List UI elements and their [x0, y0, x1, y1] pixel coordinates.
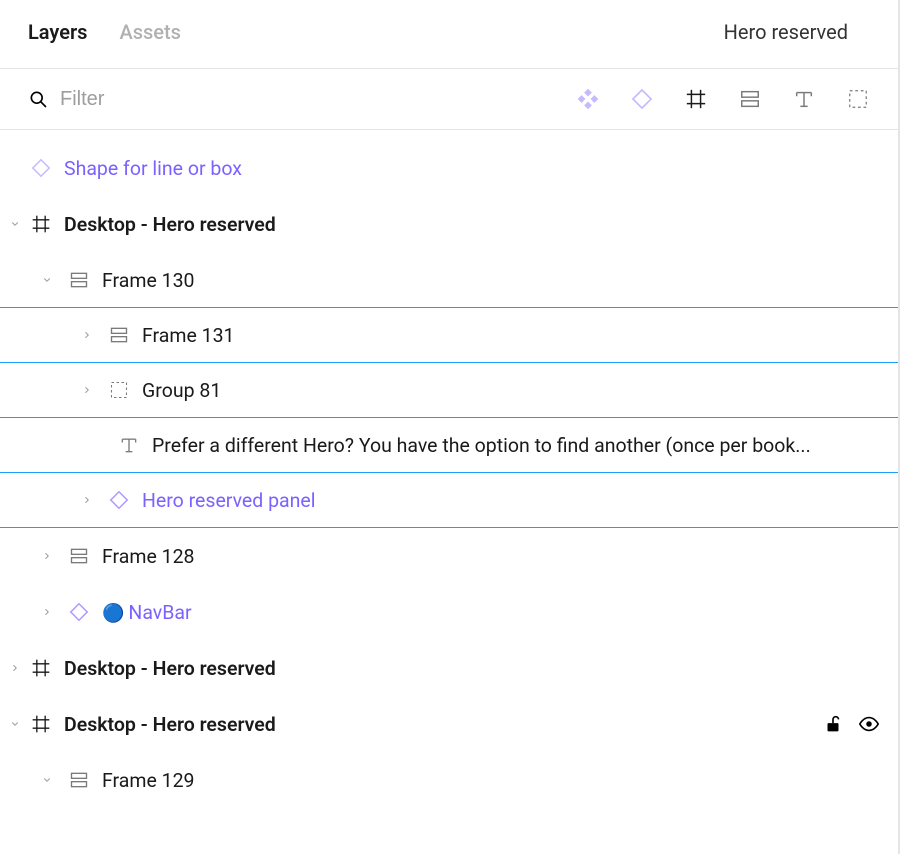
expand-toggle[interactable] [40, 605, 54, 619]
panel-tabs: Layers Assets [28, 20, 181, 44]
tab-layers[interactable]: Layers [28, 20, 87, 44]
expand-toggle[interactable] [40, 273, 54, 287]
panel-header: Layers Assets Hero reserved [0, 0, 898, 69]
layer-row-frame131[interactable]: Frame 131 [0, 307, 898, 363]
autolayout-icon [68, 269, 90, 291]
filter-text-icon[interactable] [792, 87, 816, 111]
expand-toggle[interactable] [80, 493, 94, 507]
autolayout-icon [68, 769, 90, 791]
layer-label: Frame 130 [102, 269, 880, 292]
layer-row-group81[interactable]: Group 81 [0, 362, 898, 418]
row-hover-actions [822, 713, 880, 735]
layer-row-frame128[interactable]: Frame 128 [0, 528, 898, 584]
layers-panel: Layers Assets Hero reserved Shape [0, 0, 900, 854]
expand-toggle[interactable] [8, 217, 22, 231]
expand-toggle[interactable] [8, 717, 22, 731]
text-icon [118, 434, 140, 456]
visibility-icon[interactable] [858, 713, 880, 735]
layer-label: Hero reserved panel [142, 489, 880, 512]
layer-label: Prefer a different Hero? You have the op… [152, 434, 880, 457]
page-selector-label: Hero reserved [724, 20, 848, 44]
instance-icon [68, 601, 90, 623]
layer-row-text-prefer[interactable]: Prefer a different Hero? You have the op… [0, 417, 898, 473]
filter-group-icon[interactable] [846, 87, 870, 111]
layer-label: Frame 129 [102, 769, 880, 792]
layer-label: Desktop - Hero reserved [64, 657, 880, 680]
type-filter-buttons [576, 87, 870, 111]
expand-toggle[interactable] [8, 661, 22, 675]
frame-icon [30, 657, 52, 679]
layer-row-top-frame-b[interactable]: Desktop - Hero reserved [0, 640, 898, 696]
filter-component-icon[interactable] [576, 87, 600, 111]
layer-row-frame130[interactable]: Frame 130 [0, 252, 898, 308]
navbar-emoji: 🔵 [102, 603, 124, 624]
layer-row-frame129[interactable]: Frame 129 [0, 752, 898, 808]
filter-autolayout-icon[interactable] [738, 87, 762, 111]
frame-icon [30, 713, 52, 735]
frame-icon [30, 213, 52, 235]
filter-row [0, 69, 898, 130]
layer-label: Shape for line or box [64, 157, 880, 180]
search-icon [28, 89, 48, 109]
expand-toggle[interactable] [40, 549, 54, 563]
expand-toggle[interactable] [80, 328, 94, 342]
layer-label: 🔵NavBar [102, 601, 880, 624]
expand-toggle[interactable] [80, 383, 94, 397]
layer-row-shape[interactable]: Shape for line or box [0, 140, 898, 196]
autolayout-icon [68, 545, 90, 567]
filter-instance-icon[interactable] [630, 87, 654, 111]
layer-label: Frame 131 [142, 324, 880, 347]
layer-row-top-frame-a[interactable]: Desktop - Hero reserved [0, 196, 898, 252]
layer-row-navbar[interactable]: 🔵NavBar [0, 584, 898, 640]
chevron-down-icon [856, 25, 870, 39]
layer-label: Desktop - Hero reserved [64, 213, 880, 236]
layer-row-top-frame-c[interactable]: Desktop - Hero reserved [0, 696, 898, 752]
layer-label: Group 81 [142, 379, 880, 402]
page-selector[interactable]: Hero reserved [724, 20, 870, 44]
layer-label: Frame 128 [102, 545, 880, 568]
autolayout-icon [108, 324, 130, 346]
filter-left [28, 88, 576, 111]
instance-icon [30, 157, 52, 179]
expand-toggle[interactable] [40, 773, 54, 787]
filter-frame-icon[interactable] [684, 87, 708, 111]
group-icon [108, 379, 130, 401]
layer-row-hero-panel[interactable]: Hero reserved panel [0, 472, 898, 528]
tab-assets[interactable]: Assets [119, 20, 181, 44]
layer-list[interactable]: Shape for line or box Desktop - Hero res… [0, 130, 898, 854]
filter-input[interactable] [60, 88, 320, 111]
layer-label: Desktop - Hero reserved [64, 713, 822, 736]
instance-icon [108, 489, 130, 511]
lock-icon[interactable] [822, 713, 844, 735]
navbar-text: NavBar [128, 601, 191, 624]
